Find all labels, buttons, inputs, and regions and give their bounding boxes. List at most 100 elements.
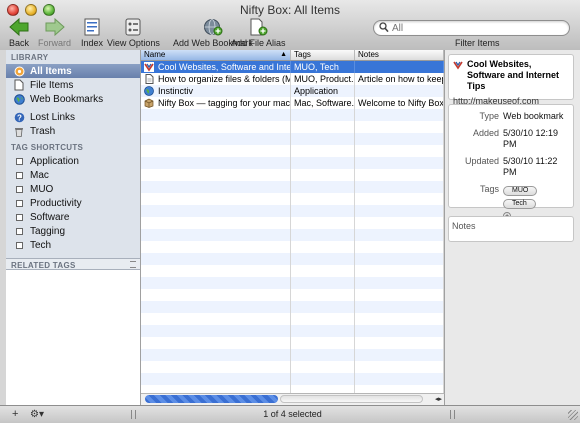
sidebar: LIBRARY All Items File Items Web Bookmar… (6, 50, 141, 405)
add-file-alias-button[interactable]: Add File Alias (231, 17, 286, 48)
library-header: LIBRARY (11, 53, 49, 62)
index-icon (82, 17, 102, 37)
table-body: Cool Websites, Software and Inte... MUO,… (141, 61, 444, 393)
empty-row (141, 313, 444, 325)
sidebar-item-lost-links[interactable]: ? Lost Links (6, 110, 140, 124)
empty-row (141, 241, 444, 253)
empty-row (141, 193, 444, 205)
notes-card[interactable]: Notes (448, 216, 574, 242)
tag-shortcut-item[interactable]: Tech (6, 238, 140, 252)
globe-plus-icon (203, 17, 223, 37)
item-title: Cool Websites, Software and Internet Tip… (453, 59, 570, 92)
table-header: Name ▲ Tags Notes (141, 50, 444, 61)
empty-row (141, 121, 444, 133)
column-header-name[interactable]: Name ▲ (141, 50, 291, 60)
file-plus-icon (248, 17, 268, 37)
empty-row (141, 349, 444, 361)
sidebar-item-all-items[interactable]: All Items (6, 64, 140, 78)
empty-row (141, 361, 444, 373)
type-label: Type (479, 111, 499, 121)
sidebar-item-trash[interactable]: Trash (6, 124, 140, 138)
empty-row (141, 181, 444, 193)
column-header-notes[interactable]: Notes (355, 50, 444, 60)
item-summary-card: Cool Websites, Software and Internet Tip… (448, 54, 574, 106)
table-row[interactable]: Cool Websites, Software and Inte... MUO,… (141, 61, 444, 73)
search-icon (379, 22, 389, 36)
empty-row (141, 145, 444, 157)
globe-icon (144, 86, 154, 96)
empty-row (141, 301, 444, 313)
tag-icon (13, 169, 25, 181)
trash-icon (13, 125, 25, 137)
forward-button[interactable]: Forward (38, 17, 71, 48)
empty-row (141, 289, 444, 301)
action-menu-button[interactable]: ⚙▾ (30, 408, 44, 421)
document-icon (144, 74, 154, 84)
tag-icon (13, 197, 25, 209)
inspector-resize-grip-icon[interactable] (450, 410, 455, 419)
scroll-arrows-icon[interactable]: ◂▸ (435, 394, 442, 405)
tags-label: Tags (479, 184, 499, 194)
add-button[interactable]: + (12, 408, 18, 421)
tag-shortcut-item[interactable]: Productivity (6, 196, 140, 210)
empty-row (141, 337, 444, 349)
index-button[interactable]: Index (81, 17, 103, 48)
tags-list: MUO Tech + (503, 184, 569, 220)
empty-row (141, 253, 444, 265)
table-row[interactable]: Instinctiv Application (141, 85, 444, 97)
sort-ascending-icon: ▲ (280, 51, 287, 58)
resize-grip-icon[interactable] (130, 261, 136, 268)
sidebar-resize-grip-icon[interactable] (131, 410, 136, 419)
table-row[interactable]: Nifty Box — tagging for your mac Mac, So… (141, 97, 444, 109)
filter-items-label: Filter Items (455, 38, 500, 48)
tag-icon (13, 239, 25, 251)
app-window: Nifty Box: All Items Back Forward Index … (0, 0, 580, 423)
empty-row (141, 229, 444, 241)
tag-icon (13, 155, 25, 167)
selection-status: 1 of 4 selected (263, 409, 322, 419)
empty-row (141, 157, 444, 169)
related-tags-header-bar: RELATED TAGS (6, 258, 140, 270)
scrollbar-track[interactable] (280, 395, 423, 403)
bookmark-icon (144, 62, 154, 72)
tag-icon (13, 183, 25, 195)
filter-search-field[interactable] (373, 20, 570, 36)
sidebar-item-web-bookmarks[interactable]: Web Bookmarks (6, 92, 140, 106)
tag-shortcut-item[interactable]: Mac (6, 168, 140, 182)
window-resize-grip-icon[interactable] (568, 410, 578, 420)
view-options-button[interactable]: View Options (107, 17, 160, 48)
empty-row (141, 217, 444, 229)
scrollbar-thumb[interactable] (145, 395, 278, 403)
horizontal-scrollbar[interactable]: ◂▸ (141, 393, 445, 405)
bottom-bar: + ⚙▾ 1 of 4 selected (0, 405, 580, 423)
empty-row (141, 325, 444, 337)
tag-pill[interactable]: Tech (503, 199, 536, 209)
column-header-tags[interactable]: Tags (291, 50, 355, 60)
empty-row (141, 385, 444, 393)
notes-label: Notes (452, 221, 476, 231)
tag-icon (13, 225, 25, 237)
tag-shortcut-item[interactable]: Software (6, 210, 140, 224)
related-tags-header: RELATED TAGS (11, 261, 76, 270)
window-title: Nifty Box: All Items (239, 3, 341, 17)
all-items-icon (13, 65, 25, 77)
search-input[interactable] (392, 22, 562, 34)
tag-shortcut-item[interactable]: Application (6, 154, 140, 168)
empty-row (141, 133, 444, 145)
forward-arrow-icon (45, 17, 65, 37)
added-value: 5/30/10 12:19 PM (503, 128, 559, 149)
bookmark-icon (453, 60, 463, 70)
empty-row (141, 169, 444, 181)
related-tags-list (6, 270, 140, 405)
item-details-card: Type Web bookmark Added 5/30/10 12:19 PM… (448, 104, 574, 220)
sidebar-item-file-items[interactable]: File Items (6, 78, 140, 92)
empty-row (141, 109, 444, 121)
tag-shortcut-item[interactable]: MUO (6, 182, 140, 196)
table-row[interactable]: How to organize files & folders (Mac) MU… (141, 73, 444, 85)
back-arrow-icon (9, 17, 29, 37)
question-icon: ? (13, 111, 25, 123)
tag-icon (13, 211, 25, 223)
tag-pill[interactable]: MUO (503, 186, 538, 196)
back-button[interactable]: Back (9, 17, 29, 48)
tag-shortcut-item[interactable]: Tagging (6, 224, 140, 238)
